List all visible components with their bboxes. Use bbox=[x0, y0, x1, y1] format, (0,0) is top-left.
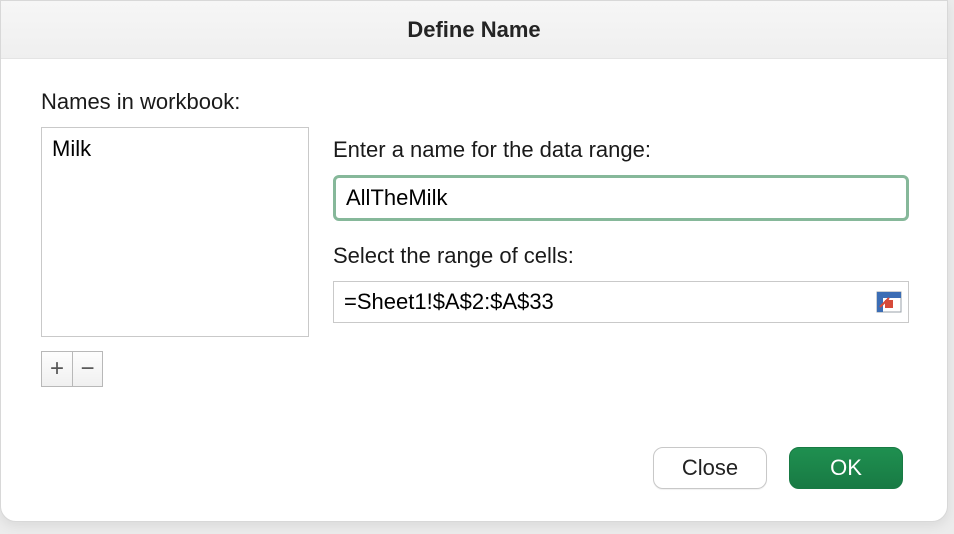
plus-icon: + bbox=[50, 357, 64, 381]
list-item[interactable]: Milk bbox=[42, 128, 308, 168]
close-button[interactable]: Close bbox=[653, 447, 767, 489]
add-remove-toolbar: + − bbox=[41, 351, 103, 387]
define-name-dialog: Define Name Names in workbook: Milk + − … bbox=[0, 0, 948, 522]
remove-name-button[interactable]: − bbox=[72, 352, 102, 386]
names-in-workbook-label: Names in workbook: bbox=[41, 89, 309, 115]
names-listbox[interactable]: Milk bbox=[41, 127, 309, 337]
ok-button[interactable]: OK bbox=[789, 447, 903, 489]
dialog-title: Define Name bbox=[407, 17, 540, 43]
add-name-button[interactable]: + bbox=[42, 352, 72, 386]
minus-icon: − bbox=[80, 357, 94, 381]
ok-button-label: OK bbox=[830, 455, 862, 481]
name-input[interactable] bbox=[344, 184, 898, 212]
close-button-label: Close bbox=[682, 455, 738, 481]
range-input-label: Select the range of cells: bbox=[333, 243, 909, 269]
range-input[interactable] bbox=[342, 288, 870, 316]
range-picker-icon[interactable] bbox=[876, 291, 902, 313]
titlebar: Define Name bbox=[1, 1, 947, 59]
name-input-container bbox=[333, 175, 909, 221]
name-input-label: Enter a name for the data range: bbox=[333, 137, 909, 163]
range-input-container bbox=[333, 281, 909, 323]
